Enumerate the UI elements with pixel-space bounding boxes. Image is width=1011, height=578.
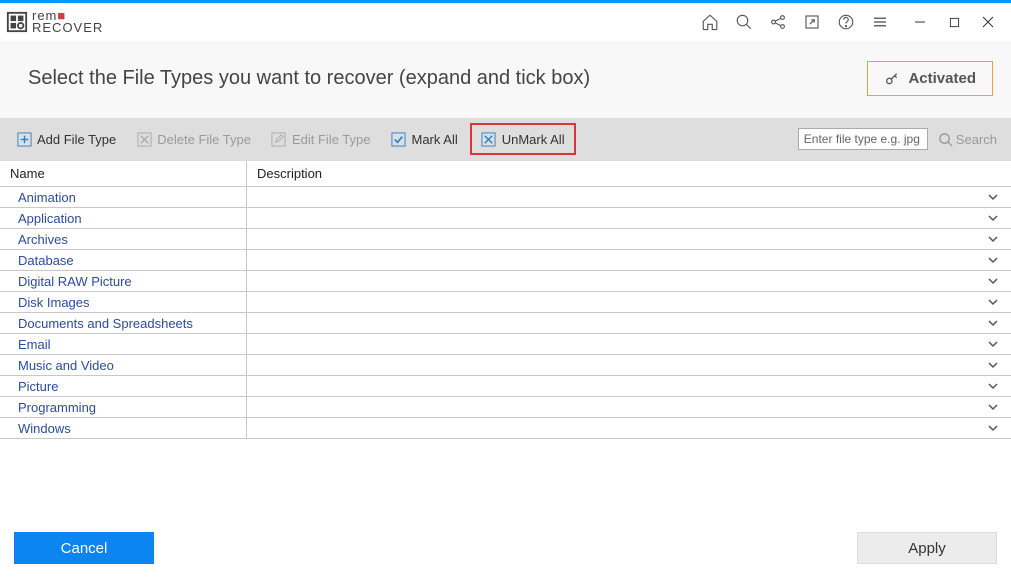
search-button[interactable]: Search (932, 128, 1003, 151)
app-logo: rem■ RECOVER (6, 10, 103, 35)
row-description (246, 313, 985, 333)
row-name: Programming (0, 400, 246, 415)
search-icon (938, 132, 953, 147)
minimize-button[interactable] (903, 7, 937, 37)
delete-icon (136, 131, 152, 147)
share-icon[interactable] (761, 7, 795, 37)
table-body: Animation Application Archives Database Digi… (0, 187, 1011, 439)
row-description (246, 397, 985, 417)
help-icon[interactable] (829, 7, 863, 37)
table-row[interactable]: Documents and Spreadsheets (0, 313, 1011, 334)
apply-button[interactable]: Apply (857, 532, 997, 564)
row-name: Application (0, 211, 246, 226)
expand-icon[interactable] (985, 339, 1011, 349)
unmark-highlight: UnMark All (470, 123, 576, 155)
row-name: Music and Video (0, 358, 246, 373)
row-description (246, 418, 985, 438)
table-row[interactable]: Disk Images (0, 292, 1011, 313)
table-row[interactable]: Digital RAW Picture (0, 271, 1011, 292)
row-name: Animation (0, 190, 246, 205)
home-icon[interactable] (693, 7, 727, 37)
table-header: Name Description (0, 161, 1011, 187)
activated-label: Activated (908, 70, 976, 87)
expand-icon[interactable] (985, 423, 1011, 433)
mark-all-label: Mark All (412, 132, 458, 147)
key-icon (884, 71, 900, 87)
row-name: Digital RAW Picture (0, 274, 246, 289)
row-description (246, 334, 985, 354)
main-panel: Select the File Types you want to recove… (0, 41, 1011, 439)
row-name: Email (0, 337, 246, 352)
search-label: Search (956, 132, 997, 147)
expand-icon[interactable] (985, 402, 1011, 412)
unmark-all-label: UnMark All (502, 132, 565, 147)
menu-icon[interactable] (863, 7, 897, 37)
table-row[interactable]: Animation (0, 187, 1011, 208)
add-file-type-button[interactable]: Add File Type (8, 126, 124, 152)
expand-icon[interactable] (985, 297, 1011, 307)
table-row[interactable]: Application (0, 208, 1011, 229)
row-description (246, 355, 985, 375)
row-description (246, 187, 985, 207)
toolbar: Add File Type Delete File Type Edit File… (0, 118, 1011, 160)
row-description (246, 229, 985, 249)
expand-icon[interactable] (985, 192, 1011, 202)
row-description (246, 271, 985, 291)
add-file-type-label: Add File Type (37, 132, 116, 147)
footer: Cancel Apply (0, 518, 1011, 578)
unmark-all-button[interactable]: UnMark All (473, 126, 573, 152)
expand-icon[interactable] (985, 255, 1011, 265)
window-controls (903, 7, 1005, 37)
title-icons (693, 7, 897, 37)
search-input[interactable] (798, 128, 928, 150)
row-name: Archives (0, 232, 246, 247)
logo-text-2: RECOVER (32, 22, 103, 34)
expand-icon[interactable] (985, 276, 1011, 286)
table-row[interactable]: Email (0, 334, 1011, 355)
table-row[interactable]: Picture (0, 376, 1011, 397)
row-description (246, 376, 985, 396)
header-row: Select the File Types you want to recove… (0, 41, 1011, 118)
delete-file-type-label: Delete File Type (157, 132, 251, 147)
export-icon[interactable] (795, 7, 829, 37)
row-name: Documents and Spreadsheets (0, 316, 246, 331)
activated-badge[interactable]: Activated (867, 61, 993, 96)
column-description[interactable]: Description (246, 161, 985, 186)
expand-icon[interactable] (985, 234, 1011, 244)
row-name: Database (0, 253, 246, 268)
cancel-button[interactable]: Cancel (14, 532, 154, 564)
row-description (246, 208, 985, 228)
delete-file-type-button: Delete File Type (128, 126, 259, 152)
edit-icon (271, 131, 287, 147)
row-name: Picture (0, 379, 246, 394)
edit-file-type-button: Edit File Type (263, 126, 379, 152)
check-icon (391, 131, 407, 147)
logo-icon (6, 11, 28, 33)
column-name[interactable]: Name (0, 166, 246, 181)
row-name: Windows (0, 421, 246, 436)
edit-file-type-label: Edit File Type (292, 132, 371, 147)
row-name: Disk Images (0, 295, 246, 310)
maximize-button[interactable] (937, 7, 971, 37)
row-description (246, 292, 985, 312)
file-types-table: Name Description Animation Application Arc… (0, 160, 1011, 439)
expand-icon[interactable] (985, 360, 1011, 370)
expand-icon[interactable] (985, 213, 1011, 223)
table-row[interactable]: Windows (0, 418, 1011, 439)
page-title: Select the File Types you want to recove… (28, 67, 590, 90)
expand-icon[interactable] (985, 381, 1011, 391)
add-icon (16, 131, 32, 147)
row-description (246, 250, 985, 270)
table-row[interactable]: Music and Video (0, 355, 1011, 376)
table-row[interactable]: Database (0, 250, 1011, 271)
uncheck-icon (481, 131, 497, 147)
close-button[interactable] (971, 7, 1005, 37)
expand-icon[interactable] (985, 318, 1011, 328)
mark-all-button[interactable]: Mark All (383, 126, 466, 152)
table-row[interactable]: Programming (0, 397, 1011, 418)
titlebar: rem■ RECOVER (0, 3, 1011, 41)
search-icon[interactable] (727, 7, 761, 37)
table-row[interactable]: Archives (0, 229, 1011, 250)
